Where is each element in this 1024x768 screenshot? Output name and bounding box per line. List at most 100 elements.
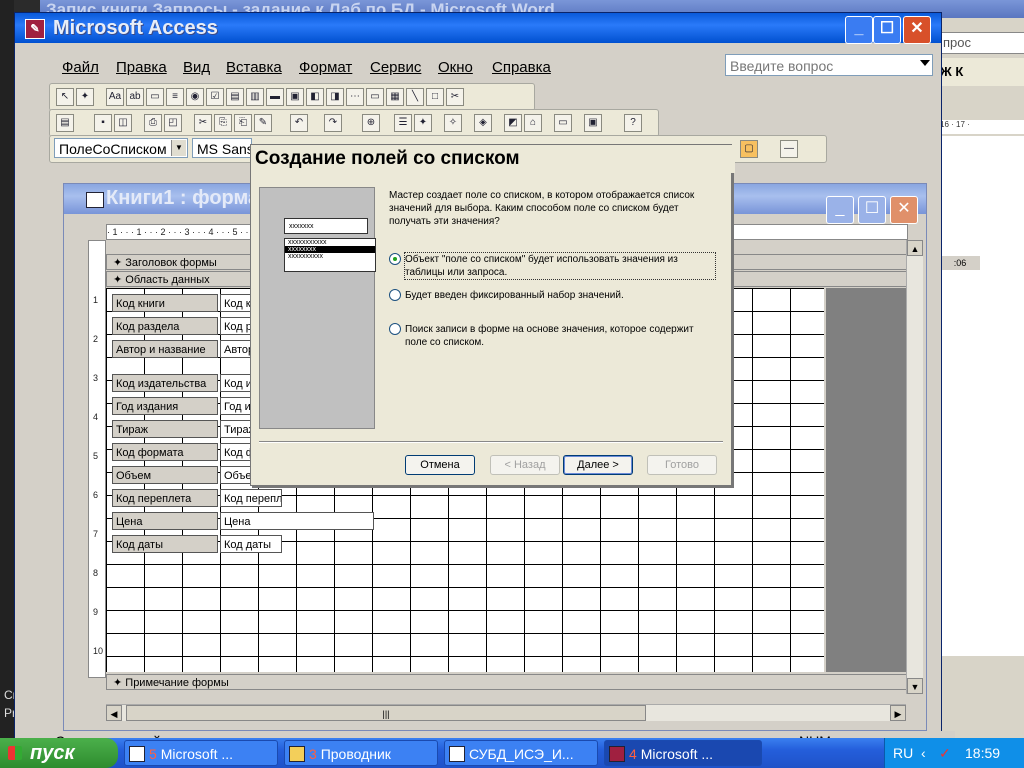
hyperlink-icon[interactable]: ⊕ xyxy=(362,114,380,132)
field-label[interactable]: Код книги xyxy=(112,294,218,312)
field-label[interactable]: Код раздела xyxy=(112,317,218,335)
database-window-icon[interactable]: ▭ xyxy=(554,114,572,132)
antivirus-icon[interactable]: ✓ xyxy=(939,738,951,768)
field-textbox[interactable]: Код переплета xyxy=(220,489,282,507)
form-close-button[interactable]: ✕ xyxy=(890,196,918,224)
back-button[interactable]: < Назад xyxy=(490,455,560,475)
view-icon[interactable]: ▤ xyxy=(56,114,74,132)
combo-box-tool-icon[interactable]: ▤ xyxy=(226,88,244,106)
menu-tools[interactable]: Сервис xyxy=(370,59,421,76)
paste-icon[interactable]: ⎗ xyxy=(234,114,252,132)
properties-icon[interactable]: ◩ xyxy=(504,114,522,132)
file-search-icon[interactable]: ◫ xyxy=(114,114,132,132)
menu-format[interactable]: Формат xyxy=(299,59,352,76)
scroll-left-icon[interactable]: ◀ xyxy=(106,705,122,721)
field-label[interactable]: Автор и название xyxy=(112,340,218,358)
field-list-icon[interactable]: ☰ xyxy=(394,114,412,132)
line-tool-icon[interactable]: ╲ xyxy=(406,88,424,106)
chevron-down-icon[interactable] xyxy=(920,60,930,66)
scroll-up-icon[interactable]: ▲ xyxy=(907,240,923,256)
menu-view[interactable]: Вид xyxy=(183,59,210,76)
rectangle-tool-icon[interactable]: □ xyxy=(426,88,444,106)
clock[interactable]: 18:59 xyxy=(965,738,1000,768)
menu-edit[interactable]: Правка xyxy=(116,59,167,76)
field-textbox[interactable]: Цена xyxy=(220,512,374,530)
line-width-icon[interactable]: — xyxy=(780,140,798,158)
tray-arrow-icon[interactable]: ‹ xyxy=(921,738,926,768)
image-tool-icon[interactable]: ▣ xyxy=(286,88,304,106)
minimize-button[interactable]: _ xyxy=(845,16,873,44)
font-name-combo[interactable]: MS Sans xyxy=(192,138,252,158)
command-button-icon[interactable]: ▬ xyxy=(266,88,284,106)
radio-button[interactable] xyxy=(389,323,401,335)
select-pointer-icon[interactable]: ↖ xyxy=(56,88,74,106)
task-access[interactable]: 4 Microsoft ... xyxy=(604,740,762,766)
textbox-tool-icon[interactable]: ab xyxy=(126,88,144,106)
field-label[interactable]: Цена xyxy=(112,512,218,530)
start-button[interactable]: пуск xyxy=(0,738,118,768)
page-break-icon[interactable]: ⋯ xyxy=(346,88,364,106)
format-painter-icon[interactable]: ✎ xyxy=(254,114,272,132)
print-icon[interactable]: ⎙ xyxy=(144,114,162,132)
tab-control-icon[interactable]: ▭ xyxy=(366,88,384,106)
control-selector-combo[interactable]: ПолеСоСписком ▼ xyxy=(54,138,188,158)
border-color-icon[interactable]: ▢ xyxy=(740,140,758,158)
new-object-icon[interactable]: ▣ xyxy=(584,114,602,132)
toolbox-icon[interactable]: ✦ xyxy=(414,114,432,132)
menu-insert[interactable]: Вставка xyxy=(226,59,282,76)
label-tool-icon[interactable]: Aa xyxy=(106,88,124,106)
copy-icon[interactable]: ⎘ xyxy=(214,114,232,132)
checkbox-tool-icon[interactable]: ☑ xyxy=(206,88,224,106)
next-button[interactable]: Далее > xyxy=(563,455,633,475)
subform-icon[interactable]: ▦ xyxy=(386,88,404,106)
undo-icon[interactable]: ↶ xyxy=(290,114,308,132)
field-label[interactable]: Код издательства xyxy=(112,374,218,392)
redo-icon[interactable]: ↷ xyxy=(324,114,342,132)
autoformat-icon[interactable]: ✧ xyxy=(444,114,462,132)
ask-question-input[interactable]: Введите вопрос xyxy=(725,54,933,76)
language-indicator[interactable]: RU xyxy=(893,738,913,768)
help-icon[interactable]: ? xyxy=(624,114,642,132)
list-box-tool-icon[interactable]: ▥ xyxy=(246,88,264,106)
horizontal-scrollbar[interactable]: ◀ ||| ▶ xyxy=(106,704,906,721)
vertical-ruler[interactable]: 1 2 3 4 5 6 7 8 9 10 xyxy=(88,240,106,678)
form-maximize-button[interactable]: ☐ xyxy=(858,196,886,224)
save-icon[interactable]: ▪ xyxy=(94,114,112,132)
unbound-object-icon[interactable]: ◧ xyxy=(306,88,324,106)
maximize-button[interactable]: ☐ xyxy=(873,16,901,44)
field-label[interactable]: Год издания xyxy=(112,397,218,415)
build-icon[interactable]: ⌂ xyxy=(524,114,542,132)
form-footer-section-bar[interactable]: ✦ Примечание формы xyxy=(106,674,908,690)
bound-object-icon[interactable]: ◨ xyxy=(326,88,344,106)
access-title-bar[interactable]: ✎ Microsoft Access _ ☐ ✕ xyxy=(15,13,941,44)
field-label[interactable]: Код переплета xyxy=(112,489,218,507)
task-explorer[interactable]: 3 Проводник xyxy=(284,740,438,766)
field-label[interactable]: Объем xyxy=(112,466,218,484)
radio-button[interactable] xyxy=(389,253,401,265)
chevron-down-icon[interactable]: ▼ xyxy=(171,140,186,156)
wizard-icon[interactable]: ✦ xyxy=(76,88,94,106)
field-textbox[interactable]: Код даты xyxy=(220,535,282,553)
print-preview-icon[interactable]: ◰ xyxy=(164,114,182,132)
field-label[interactable]: Код даты xyxy=(112,535,218,553)
menu-help[interactable]: Справка xyxy=(492,59,551,76)
radio-button[interactable] xyxy=(389,289,401,301)
close-button[interactable]: ✕ xyxy=(903,16,931,44)
cancel-button[interactable]: Отмена xyxy=(405,455,475,475)
option-group-icon[interactable]: ▭ xyxy=(146,88,164,106)
task-subd[interactable]: СУБД_ИСЭ_И... xyxy=(444,740,598,766)
menu-window[interactable]: Окно xyxy=(438,59,473,76)
scroll-thumb[interactable]: ||| xyxy=(126,705,646,721)
code-icon[interactable]: ◈ xyxy=(474,114,492,132)
form-minimize-button[interactable]: _ xyxy=(826,196,854,224)
dialog-title[interactable]: Создание полей со списком xyxy=(251,145,735,173)
field-label[interactable]: Код формата xyxy=(112,443,218,461)
menu-file[interactable]: Файл xyxy=(62,59,99,76)
more-controls-icon[interactable]: ✂ xyxy=(446,88,464,106)
word-format-buttons[interactable]: Ж К xyxy=(940,58,1024,86)
vertical-scrollbar[interactable]: ▲ ▼ xyxy=(906,240,923,694)
task-word[interactable]: 5 Microsoft ... xyxy=(124,740,278,766)
toggle-button-icon[interactable]: ≡ xyxy=(166,88,184,106)
finish-button[interactable]: Готово xyxy=(647,455,717,475)
option-button-icon[interactable]: ◉ xyxy=(186,88,204,106)
